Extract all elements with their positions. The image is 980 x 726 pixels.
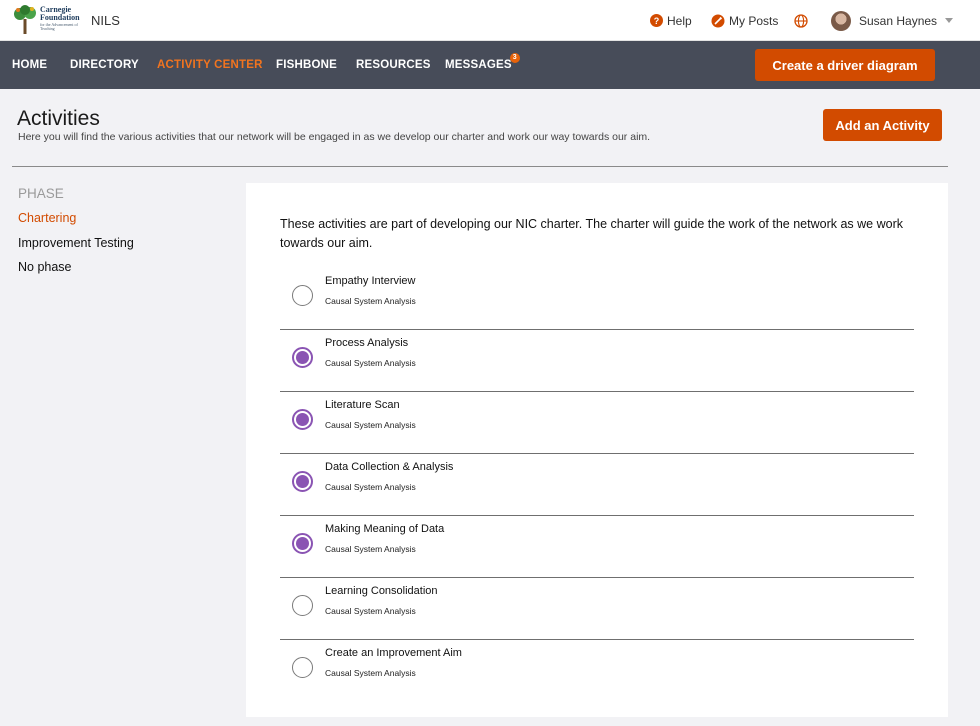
activity-category: Causal System Analysis [325,668,416,678]
nav-messages[interactable]: MESSAGES 3 [445,53,520,71]
activity-name[interactable]: Literature Scan [325,399,400,411]
myposts-link[interactable]: My Posts [711,0,778,41]
activity-row[interactable]: Literature Scan Causal System Analysis [280,392,914,454]
phase-no-phase[interactable]: No phase [18,260,72,274]
activity-category: Causal System Analysis [325,296,416,306]
activity-category: Causal System Analysis [325,544,416,554]
myposts-label: My Posts [729,13,779,28]
activities-intro: These activities are part of developing … [280,217,903,250]
app-name: NILS [91,13,120,28]
activity-row[interactable]: Create an Improvement Aim Causal System A… [280,640,914,702]
activity-name[interactable]: Data Collection & Analysis [325,461,453,473]
activity-row[interactable]: Empathy Interview Causal System Analysis [280,268,914,330]
activity-category: Causal System Analysis [325,358,416,368]
activity-category: Causal System Analysis [325,482,416,492]
messages-count-badge: 3 [509,53,520,63]
add-activity-button[interactable]: Add an Activity [823,109,942,141]
language-selector[interactable] [794,0,808,41]
activity-name[interactable]: Making Meaning of Data [325,523,444,535]
nav-home[interactable]: HOME [12,59,47,71]
carnegie-logo[interactable]: Carnegie Foundation for the Advancement … [12,4,84,36]
activity-row[interactable]: Making Meaning of Data Causal System Anal… [280,516,914,578]
tree-logo-icon [14,5,36,34]
activity-row[interactable]: Learning Consolidation Causal System Anal… [280,578,914,640]
phase-chartering[interactable]: Chartering [18,211,76,225]
header-divider [12,166,948,167]
activity-name[interactable]: Process Analysis [325,337,408,349]
nav-messages-label: MESSAGES [445,59,512,71]
nav-directory[interactable]: DIRECTORY [70,59,139,71]
logo-line2: Foundation [40,13,80,22]
logo-line3: for the Advancement of Teaching [40,22,78,31]
user-menu[interactable]: Susan Haynes [831,0,954,41]
myposts-icon [711,14,725,27]
completed-status-icon[interactable] [292,533,313,554]
help-icon: ? [650,14,663,27]
activity-row[interactable]: Process Analysis Causal System Analysis [280,330,914,392]
completed-status-icon[interactable] [292,409,313,430]
nav-resources[interactable]: RESOURCES [356,59,431,71]
nav-activity-center[interactable]: ACTIVITY CENTER [157,59,263,71]
top-bar: Carnegie Foundation for the Advancement … [0,0,980,41]
phase-improvement-testing[interactable]: Improvement Testing [18,236,134,250]
incomplete-status-icon[interactable] [292,657,313,678]
phase-heading: PHASE [18,186,64,201]
activity-category: Causal System Analysis [325,606,416,616]
activity-name[interactable]: Empathy Interview [325,275,415,287]
activities-panel: These activities are part of developing … [246,183,948,717]
user-name: Susan Haynes [859,13,938,28]
activity-category: Causal System Analysis [325,420,416,430]
globe-icon [794,13,808,28]
help-link[interactable]: ? Help [650,0,692,41]
completed-status-icon[interactable] [292,347,313,368]
chevron-down-icon [945,18,954,23]
logo-text: Carnegie Foundation for the Advancement … [40,6,84,31]
completed-status-icon[interactable] [292,471,313,492]
page-subtitle: Here you will find the various activitie… [18,131,651,143]
activity-row[interactable]: Data Collection & Analysis Causal System … [280,454,914,516]
page-title: Activities [17,107,100,130]
activity-name[interactable]: Learning Consolidation [325,585,438,597]
nav-fishbone[interactable]: FISHBONE [276,59,337,71]
create-driver-diagram-button[interactable]: Create a driver diagram [755,49,935,81]
activity-name[interactable]: Create an Improvement Aim [325,647,462,659]
avatar [831,10,851,31]
incomplete-status-icon[interactable] [292,595,313,616]
incomplete-status-icon[interactable] [292,285,313,306]
main-nav: HOME DIRECTORY ACTIVITY CENTER FISHBONE … [0,41,980,89]
help-label: Help [667,13,692,28]
